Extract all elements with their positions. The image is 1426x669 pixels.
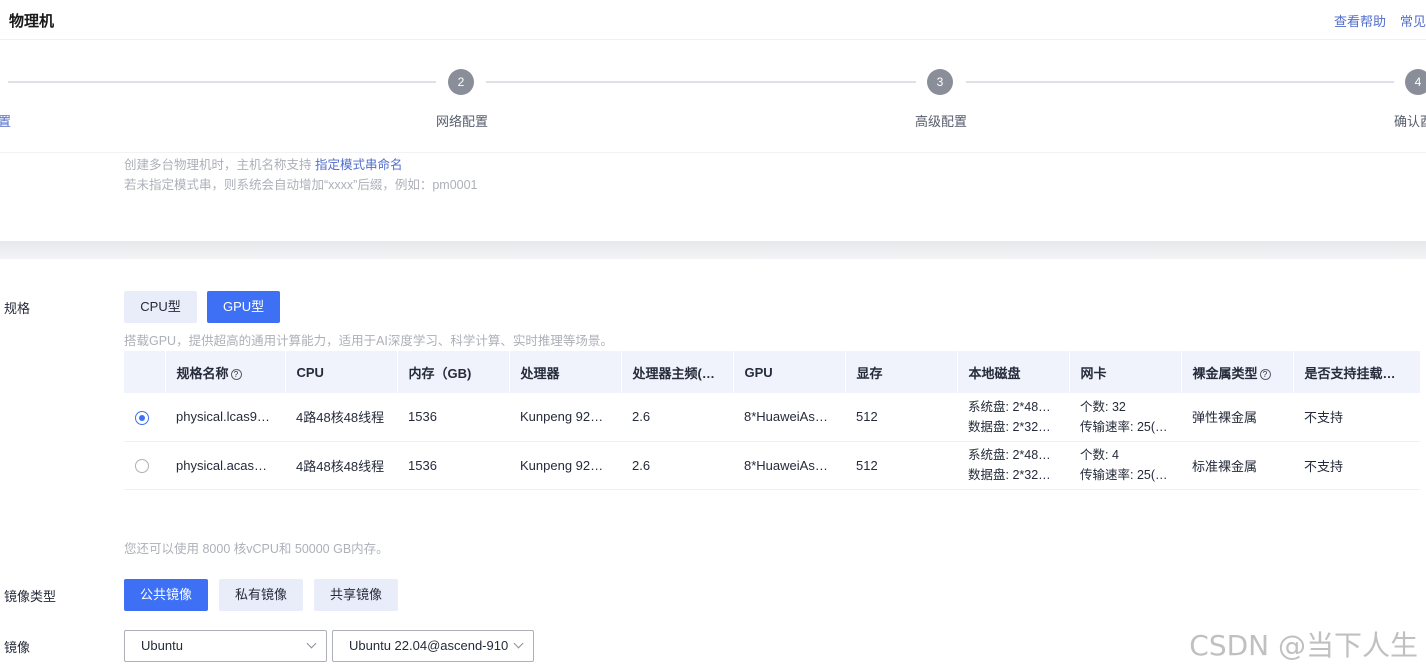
gpu-cell: 8*HuaweiAsc…: [733, 441, 845, 490]
watermark: CSDN @当下人生: [1189, 629, 1418, 662]
memory-cell: 1536: [397, 393, 509, 442]
nic-cell: 个数: 4 传输速率: 25(…: [1069, 441, 1181, 490]
cpu-type-button[interactable]: CPU型: [124, 291, 197, 323]
row-radio-selected[interactable]: [135, 410, 149, 425]
public-image-button[interactable]: 公共镜像: [124, 579, 208, 611]
spec-description: 搭载GPU，提供超高的通用计算能力，适用于AI深度学习、科学计算、实时推理等场景…: [124, 334, 613, 348]
disk-cell: 系统盘: 2*48… 数据盘: 2*32…: [957, 393, 1069, 442]
step-2-circle: 2: [448, 69, 474, 95]
faq-link[interactable]: 常见: [1400, 14, 1426, 29]
bm-type-cell: 弹性裸金属: [1181, 393, 1293, 442]
shared-image-button[interactable]: 共享镜像: [314, 579, 398, 611]
private-image-button[interactable]: 私有镜像: [219, 579, 303, 611]
column-header: 内存（GB): [397, 351, 510, 393]
processor-cell: Kunpeng 92…: [509, 441, 621, 490]
chevron-down-icon: [513, 638, 524, 649]
page-title: 物理机: [9, 13, 55, 30]
step-progress: 2 3 4 置 网络配置 高级配置 确认酉: [0, 41, 1426, 153]
nic-cell: 个数: 32 传输速率: 25(…: [1069, 393, 1181, 442]
hostname-hint: 创建多台物理机时，主机名称支持 指定模式串命名 若未指定模式串，则系统会自动增加…: [124, 155, 478, 195]
step-3-circle: 3: [927, 69, 953, 95]
column-header: 网卡: [1069, 351, 1182, 393]
column-header: 裸金属类型?: [1181, 351, 1294, 393]
pattern-naming-link[interactable]: 指定模式串命名: [315, 158, 403, 172]
vram-cell: 512: [845, 441, 957, 490]
spec-name-cell: physical.acas9…: [165, 441, 285, 490]
column-header: 是否支持挂载…: [1293, 351, 1421, 393]
gpu-type-button[interactable]: GPU型: [207, 291, 280, 323]
frequency-cell: 2.6: [621, 441, 733, 490]
step-1-label: 置: [0, 114, 12, 129]
step-connector: [486, 81, 916, 83]
chevron-down-icon: [306, 638, 317, 649]
step-4-circle: 4: [1405, 69, 1426, 95]
spec-label: 规格: [4, 301, 31, 316]
row-radio[interactable]: [135, 458, 149, 473]
column-header: 规格名称?: [165, 351, 286, 393]
view-help-link[interactable]: 查看帮助: [1334, 14, 1386, 29]
image-type-label: 镜像类型: [4, 589, 57, 604]
step-connector: [8, 81, 436, 83]
image-version-select[interactable]: Ubuntu 22.04@ascend-910: [332, 630, 534, 662]
spec-table: 规格名称? CPU 内存（GB) 处理器 处理器主频(G… GPU 显存 本地磁…: [124, 351, 1421, 490]
mount-cell: 不支持: [1293, 441, 1420, 490]
section-divider: [0, 241, 1426, 259]
column-header: 处理器主频(G…: [621, 351, 734, 393]
quota-text: 您还可以使用 8000 核vCPU和 50000 GB内存。: [124, 542, 389, 556]
disk-cell: 系统盘: 2*48… 数据盘: 2*32…: [957, 441, 1069, 490]
frequency-cell: 2.6: [621, 393, 733, 442]
mount-cell: 不支持: [1293, 393, 1420, 442]
table-header-row: 规格名称? CPU 内存（GB) 处理器 处理器主频(G… GPU 显存 本地磁…: [124, 351, 1421, 393]
os-select[interactable]: Ubuntu: [124, 630, 327, 662]
step-4-label: 确认酉: [1394, 114, 1426, 129]
cpu-cell: 4路48核48线程: [285, 441, 397, 490]
column-header: 本地磁盘: [957, 351, 1070, 393]
top-bar: 物理机 查看帮助 常见: [0, 0, 1426, 40]
bm-type-cell: 标准裸金属: [1181, 441, 1293, 490]
column-header: 显存: [845, 351, 958, 393]
cpu-cell: 4路48核48线程: [285, 393, 397, 442]
step-connector: [966, 81, 1394, 83]
os-select-value: Ubuntu: [141, 638, 183, 653]
hint-suffix-text: 若未指定模式串，则系统会自动增加“xxxx”后缀，例如：pm0001: [124, 178, 478, 192]
gpu-cell: 8*HuaweiAsc…: [733, 393, 845, 442]
vram-cell: 512: [845, 393, 957, 442]
image-label: 镜像: [4, 640, 31, 655]
hint-text: 创建多台物理机时，主机名称支持: [124, 158, 315, 172]
table-row[interactable]: physical.acas9… 4路48核48线程 1536 Kunpeng 9…: [124, 441, 1420, 490]
step-3-label: 高级配置: [915, 114, 968, 129]
help-icon[interactable]: ?: [1259, 368, 1271, 380]
help-icon[interactable]: ?: [230, 368, 242, 380]
processor-cell: Kunpeng 92…: [509, 393, 621, 442]
table-row[interactable]: physical.lcas9… 4路48核48线程 1536 Kunpeng 9…: [124, 393, 1420, 442]
help-links: 查看帮助 常见: [1320, 11, 1426, 30]
image-version-value: Ubuntu 22.04@ascend-910: [349, 638, 509, 653]
select-column-header: [124, 351, 166, 393]
spec-name-cell: physical.lcas9…: [165, 393, 285, 442]
column-header: 处理器: [509, 351, 622, 393]
step-2-label: 网络配置: [436, 114, 489, 129]
memory-cell: 1536: [397, 441, 509, 490]
column-header: CPU: [285, 351, 398, 393]
column-header: GPU: [733, 351, 846, 393]
